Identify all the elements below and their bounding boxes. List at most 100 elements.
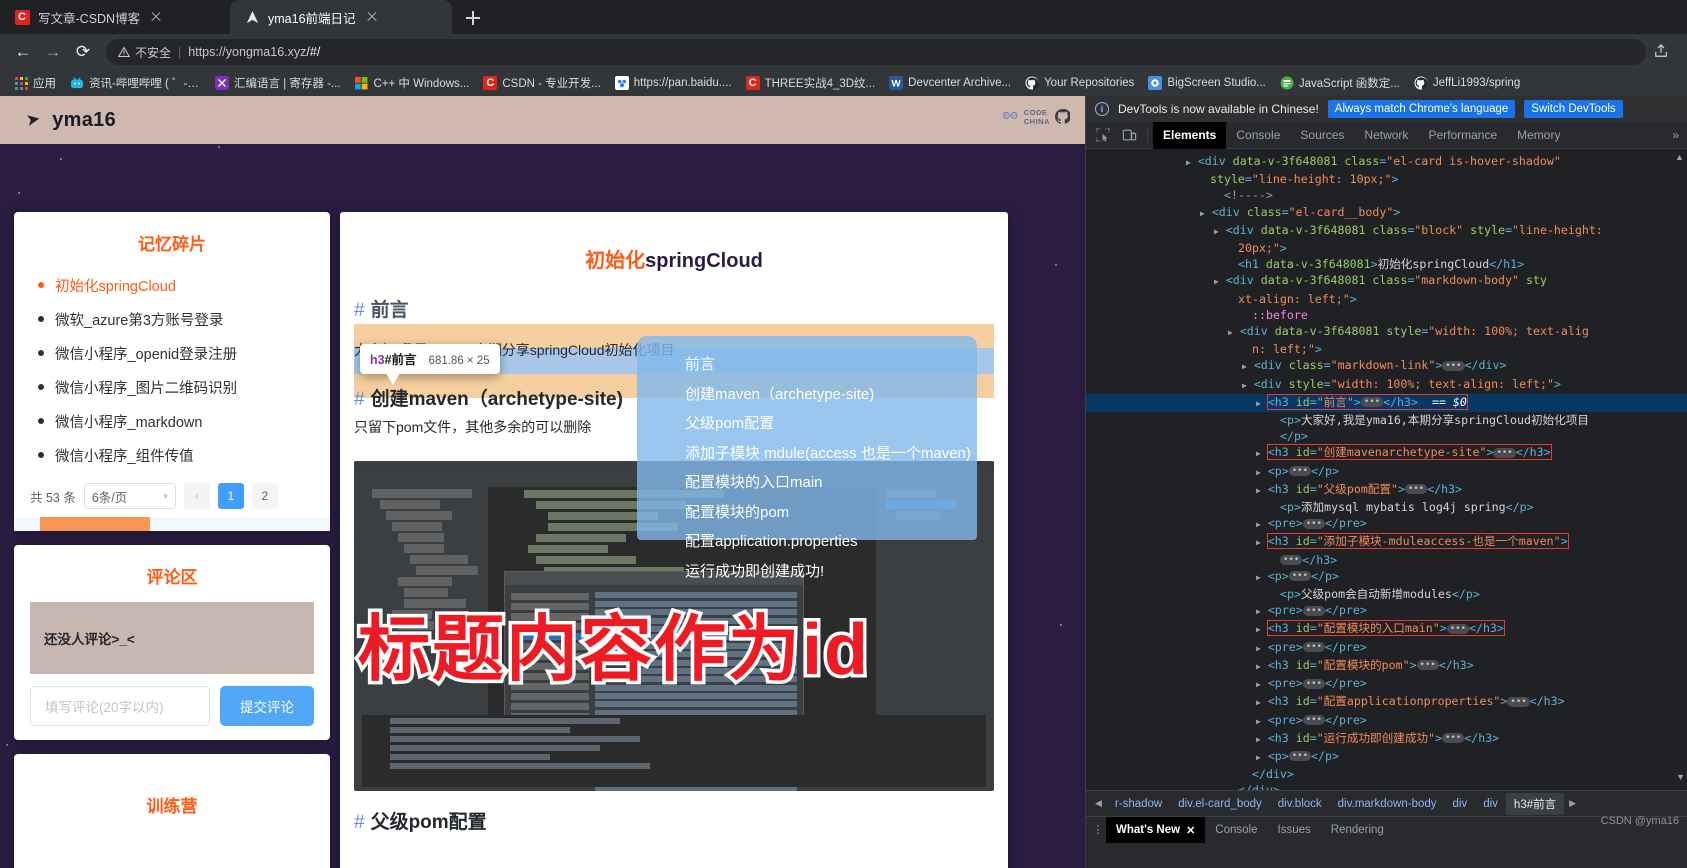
expand-triangle-icon[interactable]: ▶ <box>1256 662 1261 671</box>
bookmark-cpp-windows[interactable]: C++ 中 Windows... <box>349 73 476 93</box>
tab-memory[interactable]: Memory <box>1507 122 1570 149</box>
dom-line[interactable]: ▶ <pre> ••• </pre> <box>1086 675 1687 693</box>
dom-line[interactable]: ▶ <pre> ••• </pre> <box>1086 639 1687 657</box>
expand-triangle-icon[interactable]: ▶ <box>1186 158 1191 167</box>
more-tabs-icon[interactable]: » <box>1664 128 1687 142</box>
expand-triangle-icon[interactable]: ▶ <box>1214 277 1219 286</box>
expand-triangle-icon[interactable]: ▶ <box>1256 399 1261 408</box>
bookmark-devcenter[interactable]: W Devcenter Archive... <box>883 74 1017 92</box>
dom-line[interactable]: ▶ <p> ••• </p> <box>1086 568 1687 586</box>
share-icon[interactable] <box>1650 43 1672 61</box>
bookmark-assembly[interactable]: 汇编语言 | 寄存器 -... <box>209 73 347 93</box>
reload-icon[interactable]: ⟳ <box>70 39 96 65</box>
expand-triangle-icon[interactable]: ▶ <box>1256 573 1261 582</box>
collapsed-content-icon[interactable]: ••• <box>1302 605 1325 616</box>
dom-line[interactable]: </p> <box>1086 428 1687 444</box>
list-item[interactable]: 微软_azure第3方账号登录 <box>30 303 314 337</box>
expand-triangle-icon[interactable]: ▶ <box>1256 449 1261 458</box>
list-item[interactable]: 初始化springCloud <box>30 269 314 303</box>
collapsed-content-icon[interactable]: ••• <box>1360 397 1384 408</box>
dom-line[interactable]: <!----> <box>1086 187 1687 203</box>
dom-line[interactable]: ▶ <p> ••• </p> <box>1086 748 1687 766</box>
prev-page-button[interactable]: ‹ <box>183 483 210 509</box>
dom-line[interactable]: <p>添加mysql mybatis log4j spring</p> <box>1086 499 1687 515</box>
expand-triangle-icon[interactable]: ▶ <box>1256 468 1261 477</box>
expand-triangle-icon[interactable]: ▶ <box>1256 717 1261 726</box>
dom-line[interactable]: n: left;"> <box>1086 341 1687 357</box>
dom-line[interactable]: ▶ <h3 id="配置模块的pom"> ••• </h3> <box>1086 657 1687 675</box>
bookmark-apps[interactable]: 应用 <box>8 73 62 93</box>
dom-line[interactable]: ▶ <pre> ••• </pre> <box>1086 515 1687 533</box>
new-tab-button[interactable] <box>462 7 484 29</box>
collapsed-content-icon[interactable]: ••• <box>1288 751 1312 762</box>
expand-triangle-icon[interactable]: ▶ <box>1228 328 1233 337</box>
drawer-menu-icon[interactable]: ⋮ <box>1090 824 1106 835</box>
expand-triangle-icon[interactable]: ▶ <box>1256 520 1261 529</box>
collapsed-content-icon[interactable]: ••• <box>1302 678 1325 689</box>
table-of-contents-overlay[interactable]: 前言 创建maven（archetype-site) 父级pom配置 添加子模块… <box>637 336 977 580</box>
toc-item-2[interactable]: 父级pom配置 <box>685 409 977 439</box>
dom-line[interactable]: <p>父级pom会自动新增modules</p> <box>1086 586 1687 602</box>
expand-triangle-icon[interactable]: ▶ <box>1200 209 1205 218</box>
dom-line[interactable]: <p>大家好,我是yma16,本期分享springCloud初始化项目 <box>1086 412 1687 428</box>
dom-line[interactable]: </div> <box>1086 782 1687 790</box>
expand-triangle-icon[interactable]: ▶ <box>1256 486 1261 495</box>
dom-line[interactable]: ▶ <h3 id="添加子模块-mduleaccess-也是一个maven"> <box>1086 533 1687 551</box>
expand-triangle-icon[interactable]: ▶ <box>1256 680 1261 689</box>
back-icon[interactable]: ← <box>10 39 36 65</box>
collapsed-content-icon[interactable]: ••• <box>1442 360 1465 371</box>
drawer-tab-issues[interactable]: Issues <box>1268 817 1321 843</box>
collapsed-content-icon[interactable]: ••• <box>1507 696 1530 707</box>
toc-item-7[interactable]: 运行成功即创建成功! <box>685 557 977 587</box>
tab-performance[interactable]: Performance <box>1418 122 1507 149</box>
breadcrumb-item-current[interactable]: h3#前言 <box>1505 792 1565 815</box>
dom-line[interactable]: ••• </h3> <box>1086 552 1687 568</box>
site-brand[interactable]: yma16 <box>52 109 116 132</box>
bookmark-bigscreen[interactable]: BigScreen Studio... <box>1142 74 1271 92</box>
expand-triangle-icon[interactable]: ▶ <box>1242 381 1247 390</box>
bookmark-javascript[interactable]: JavaScript 函数定... <box>1274 73 1406 93</box>
toc-item-6[interactable]: 配置application.properties <box>685 527 977 557</box>
expand-triangle-icon[interactable]: ▶ <box>1256 607 1261 616</box>
toc-item-4[interactable]: 配置模块的入口main <box>685 468 977 498</box>
tab-sources[interactable]: Sources <box>1290 122 1354 149</box>
expand-triangle-icon[interactable]: ▶ <box>1256 625 1261 634</box>
dom-line[interactable]: <h1 data-v-3f648081>初始化springCloud</h1> <box>1086 256 1687 272</box>
page-button-2[interactable]: 2 <box>251 483 278 509</box>
list-item[interactable]: 微信小程序_openid登录注册 <box>30 337 314 371</box>
bookmark-csdn[interactable]: C CSDN - 专业开发... <box>477 73 606 93</box>
scroll-up-icon[interactable]: ▲ <box>1674 152 1685 162</box>
collapsed-content-icon[interactable]: ••• <box>1302 715 1325 725</box>
tab-network[interactable]: Network <box>1354 122 1418 149</box>
expand-triangle-icon[interactable]: ▶ <box>1242 362 1247 371</box>
dom-line[interactable]: xt-align: left;"> <box>1086 291 1687 307</box>
list-item[interactable]: 微信小程序_markdown <box>30 405 314 439</box>
dom-line[interactable]: ▶ <div data-v-3f648081 class="el-card is… <box>1086 153 1687 171</box>
dom-line[interactable]: ▶ <pre> ••• </pre> <box>1086 602 1687 620</box>
codechina-badge[interactable]: CODE CHINA <box>1002 108 1072 126</box>
collapsed-content-icon[interactable]: ••• <box>1441 733 1465 744</box>
breadcrumb-item-5[interactable]: div <box>1475 798 1506 810</box>
switch-devtools-button[interactable]: Switch DevTools <box>1524 100 1623 118</box>
tab-elements[interactable]: Elements <box>1153 121 1227 149</box>
dom-line[interactable]: ▶ <div data-v-3f648081 style="width: 100… <box>1086 323 1687 341</box>
bookmark-three[interactable]: C THREE实战4_3D纹... <box>740 73 882 93</box>
tab-console[interactable]: Console <box>1226 122 1290 149</box>
expand-triangle-icon[interactable]: ▶ <box>1256 735 1261 744</box>
dom-tree[interactable]: ▶ <div data-v-3f648081 class="el-card is… <box>1086 149 1687 790</box>
dom-line[interactable]: 20px;"> <box>1086 240 1687 256</box>
dom-line[interactable]: ::before <box>1086 307 1687 323</box>
breadcrumb-item-0[interactable]: r-shadow <box>1107 798 1170 810</box>
inspect-element-icon[interactable] <box>1090 122 1116 149</box>
collapsed-content-icon[interactable]: ••• <box>1288 466 1312 477</box>
toc-item-1[interactable]: 创建maven（archetype-site) <box>685 380 977 410</box>
dom-line[interactable]: ▶ <div data-v-3f648081 class="markdown-b… <box>1086 272 1687 290</box>
not-secure-badge[interactable]: 不安全 <box>118 44 171 61</box>
submit-comment-button[interactable]: 提交评论 <box>220 686 314 726</box>
device-toolbar-icon[interactable] <box>1116 122 1142 149</box>
toc-item-3[interactable]: 添加子模块 mdule(access 也是一个maven) <box>685 439 977 469</box>
browser-tab-1[interactable]: yma16前端日记 <box>230 0 452 34</box>
comment-input[interactable]: 填写评论(20字以内) <box>30 686 210 726</box>
scroll-down-icon[interactable]: ▼ <box>1676 772 1685 782</box>
drawer-tab-console[interactable]: Console <box>1205 817 1267 843</box>
